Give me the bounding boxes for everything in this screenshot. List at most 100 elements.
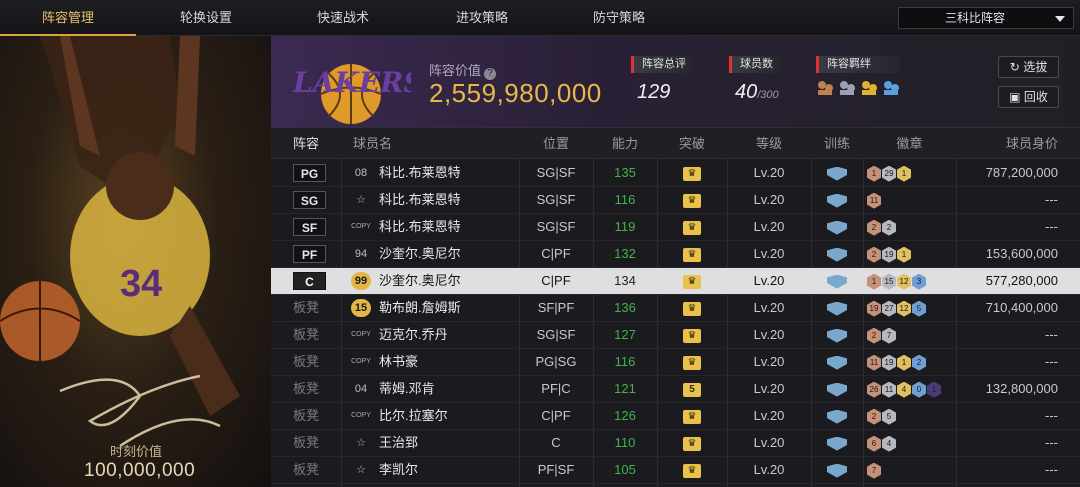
col-training[interactable]: 训练 [811, 128, 863, 159]
training[interactable] [811, 376, 863, 402]
badge-icon: 2 [882, 219, 896, 236]
tab-defense-strategy[interactable]: 防守策略 [554, 0, 684, 36]
col-player-name[interactable]: 球员名 [353, 128, 403, 159]
tab-offense-strategy[interactable]: 进攻策略 [410, 0, 554, 36]
synergy-icon-gold[interactable] [860, 79, 878, 97]
breakthrough[interactable]: ♛ [657, 187, 727, 213]
training[interactable] [811, 241, 863, 267]
player-name[interactable]: 科比.布莱恩特 [379, 160, 461, 186]
player-name[interactable]: 沙奎尔.奥尼尔 [379, 241, 461, 267]
badges[interactable]: 64 [867, 430, 956, 456]
table-row[interactable]: PG 08 科比.布莱恩特 SG|SF 135 ♛ Lv.20 1 29 1 787,200,000 [271, 160, 1080, 187]
breakthrough[interactable]: ♛ [657, 322, 727, 348]
badge-icon: 2 [867, 246, 881, 263]
badge-icon: 27 [882, 300, 896, 317]
badges[interactable]: 27 [867, 322, 956, 348]
training[interactable] [811, 295, 863, 321]
level: Lv.20 [753, 435, 785, 450]
table-row[interactable]: 板凳 COPY 比尔.拉塞尔 C|PF 126 ♛ Lv.20 2 5 --- [271, 403, 1080, 430]
slot-badge: PG [293, 164, 326, 182]
tab-quick-tactics[interactable]: 快速战术 [276, 0, 410, 36]
player-name[interactable]: 林书豪 [379, 349, 418, 375]
player-name[interactable]: 李凯尔 [379, 457, 418, 483]
player-table: 阵容 球员名 位置 能力 突破 等级 训练 徽章 球员身价 PG 08 科比.布莱恩… [271, 128, 1080, 487]
badge-icon: 11 [882, 381, 896, 398]
player-name[interactable]: 科比.布莱恩特 [379, 214, 461, 240]
player-name[interactable]: 沙奎尔.奥尼尔 [379, 268, 461, 294]
player-name[interactable]: 勒布朗.詹姆斯 [379, 295, 461, 321]
col-ability[interactable]: 能力 [593, 128, 657, 159]
table-row[interactable]: C 99 沙奎尔.奥尼尔 C|PF 134 ♛ Lv.20 1 15 12 3 577,280,000 [271, 268, 1080, 295]
synergy-icon-bronze[interactable] [816, 79, 834, 97]
col-position[interactable]: 位置 [519, 128, 593, 159]
training-icon [827, 355, 847, 370]
select-button[interactable]: ↻ 选拔 [998, 56, 1059, 78]
breakthrough[interactable]: ♛ [657, 214, 727, 240]
breakthrough[interactable]: ♛ [657, 403, 727, 429]
table-row[interactable]: PF 94 沙奎尔.奥尼尔 C|PF 132 ♛ Lv.20 2 19 1 153,600,000 [271, 241, 1080, 268]
training[interactable] [811, 160, 863, 186]
badges[interactable]: 11 [867, 187, 956, 213]
training[interactable] [811, 430, 863, 456]
badges[interactable]: 19 27 12 5 [867, 295, 956, 321]
lineup-header: LAKERS 阵容价值? 2,559,980,000 阵容总评 129 球员数 … [271, 36, 1080, 128]
jersey-number: COPY [351, 223, 371, 230]
player-name[interactable]: 蒂姆.邓肯 [379, 376, 435, 402]
badges[interactable]: 11 19 1 2 [867, 349, 956, 375]
col-level[interactable]: 等级 [727, 128, 811, 159]
badges[interactable]: 2 19 1 [867, 241, 956, 267]
player-name[interactable]: 比尔.拉塞尔 [379, 403, 448, 429]
synergy-icon-blue[interactable] [882, 79, 900, 97]
player-name[interactable]: 迈克尔.乔丹 [379, 322, 448, 348]
player-name[interactable]: 科比.布莱恩特 [379, 187, 461, 213]
table-row[interactable]: 板凳 ☆ 李凯尔 PF|SF 105 ♛ Lv.20 7 --- [271, 457, 1080, 484]
breakthrough[interactable]: ♛ [657, 241, 727, 267]
training-icon [827, 409, 847, 424]
col-breakthrough[interactable]: 突破 [657, 128, 727, 159]
col-price[interactable]: 球员身价 [956, 128, 1080, 159]
table-row[interactable]: 板凳 15 勒布朗.詹姆斯 SF|PF 136 ♛ Lv.20 19 27 12 5 710,400,… [271, 295, 1080, 322]
recycle-button[interactable]: ▣ 回收 [998, 86, 1059, 108]
slot-label: 板凳 [292, 381, 319, 396]
breakthrough[interactable]: ♛ [657, 295, 727, 321]
breakthrough[interactable]: ♛ [657, 160, 727, 186]
breakthrough[interactable]: ♛ [657, 349, 727, 375]
ability: 127 [614, 327, 636, 342]
table-row[interactable]: 板凳 04 蒂姆.邓肯 PF|C 121 5 Lv.20 26 11 4 0 1 132,800,000 [271, 376, 1080, 403]
training[interactable] [811, 403, 863, 429]
badges[interactable]: 1 15 12 3 [867, 268, 956, 294]
col-lineup[interactable]: 阵容 [271, 128, 341, 159]
training[interactable] [811, 349, 863, 375]
training[interactable] [811, 457, 863, 483]
breakthrough[interactable]: ♛ [657, 457, 727, 483]
stat-synergy: 阵容羁绊 [816, 56, 900, 97]
breakthrough[interactable]: ♛ [657, 430, 727, 456]
col-badges[interactable]: 徽章 [863, 128, 956, 159]
table-row[interactable]: SF COPY 科比.布莱恩特 SG|SF 119 ♛ Lv.20 2 2 --- [271, 214, 1080, 241]
featured-player-card[interactable]: 34 时刻价值 100,000,000 [0, 36, 271, 487]
player-count-value: 40 [735, 81, 758, 103]
player-name[interactable]: 王治郅 [379, 430, 418, 456]
badges[interactable]: 26 11 4 0 1 [867, 376, 956, 402]
player-count-max: /300 [757, 89, 779, 101]
training[interactable] [811, 187, 863, 213]
badges[interactable]: 22 [867, 214, 956, 240]
training[interactable] [811, 214, 863, 240]
training[interactable] [811, 268, 863, 294]
tab-rotation-settings[interactable]: 轮换设置 [136, 0, 276, 36]
training[interactable] [811, 322, 863, 348]
breakthrough[interactable]: ♛ [657, 268, 727, 294]
player-price: --- [1045, 327, 1058, 342]
badges[interactable]: 25 [867, 403, 956, 429]
table-row[interactable]: 板凳 ☆ 王治郅 C 110 ♛ Lv.20 6 4 --- [271, 430, 1080, 457]
table-row[interactable]: SG ☆ 科比.布莱恩特 SG|SF 116 ♛ Lv.20 11 --- [271, 187, 1080, 214]
badges[interactable]: 7 [867, 457, 956, 483]
tab-lineup-management[interactable]: 阵容管理 [0, 0, 136, 36]
synergy-icon-silver[interactable] [838, 79, 856, 97]
lineup-dropdown[interactable]: 三科比阵容 [898, 7, 1074, 29]
table-row[interactable]: 板凳 COPY 迈克尔.乔丹 SG|SF 127 ♛ Lv.20 2 7 --- [271, 322, 1080, 349]
jersey-number: 15 [351, 299, 371, 317]
table-row[interactable]: 板凳 COPY 林书豪 PG|SG 116 ♛ Lv.20 11 19 1 2 --- [271, 349, 1080, 376]
badges[interactable]: 1 29 1 [867, 160, 956, 186]
breakthrough[interactable]: 5 [657, 376, 727, 402]
